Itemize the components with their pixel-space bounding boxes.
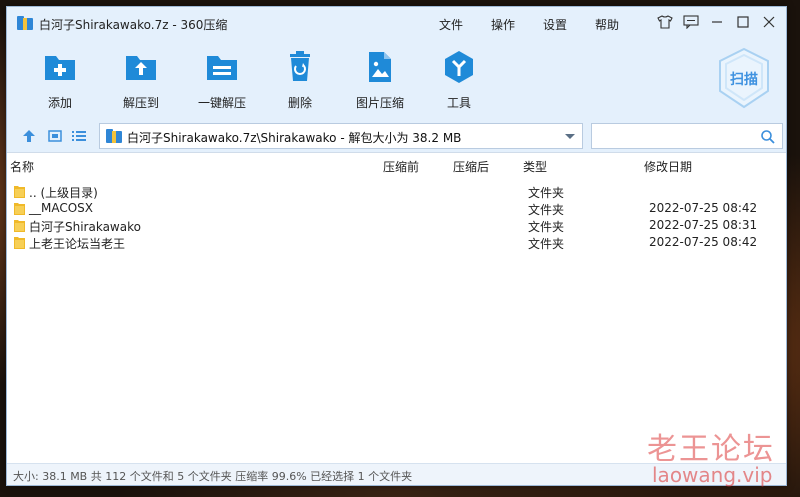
table-row[interactable]: 白河子Shirakawako 文件夹 2022-07-25 08:31 xyxy=(7,217,786,234)
tools-icon xyxy=(445,51,473,83)
chevron-down-icon[interactable] xyxy=(564,133,576,141)
folder-icon xyxy=(14,186,25,198)
one-click-extract-button[interactable]: 一键解压 xyxy=(190,49,254,111)
status-text: 大小: 38.1 MB 共 112 个文件和 5 个文件夹 压缩率 99.6% … xyxy=(13,470,413,483)
archive-icon xyxy=(106,129,122,143)
close-icon xyxy=(763,16,775,28)
column-after[interactable]: 压缩后 xyxy=(453,158,489,175)
app-logo-icon xyxy=(17,16,33,30)
add-label: 添加 xyxy=(47,96,72,110)
row-type: 文件夹 xyxy=(528,186,565,200)
row-name: 白河子Shirakawako xyxy=(29,220,141,234)
menu-bar: 文件 操作 设置 帮助 xyxy=(439,16,619,33)
menu-file[interactable]: 文件 xyxy=(439,16,463,33)
search-input[interactable] xyxy=(592,124,752,148)
address-bar[interactable]: 白河子Shirakawako.7z\Shirakawako - 解包大小为 38… xyxy=(99,123,583,149)
table-row[interactable]: .. (上级目录) 文件夹 xyxy=(7,183,786,200)
row-date: 2022-07-25 08:42 xyxy=(649,235,758,249)
watermark-title: 老王论坛 xyxy=(647,432,775,467)
row-date: 2022-07-25 08:42 xyxy=(649,201,758,215)
watermark-url: laowang.vip xyxy=(652,463,773,487)
scan-button[interactable]: 扫描 xyxy=(716,47,772,109)
delete-button[interactable]: 删除 xyxy=(268,49,332,111)
column-before[interactable]: 压缩前 xyxy=(383,158,419,175)
row-name: __MACOSX xyxy=(29,201,94,215)
folder-icon xyxy=(14,203,25,215)
folder-icon xyxy=(14,220,25,232)
folder-icon xyxy=(14,237,25,249)
row-type: 文件夹 xyxy=(528,237,565,251)
one-click-extract-icon xyxy=(207,56,237,80)
minimize-button[interactable] xyxy=(706,11,728,33)
menu-help[interactable]: 帮助 xyxy=(595,16,619,33)
scan-label: 扫描 xyxy=(730,72,758,88)
window-title: 白河子Shirakawako.7z - 360压缩 xyxy=(39,18,228,32)
maximize-button[interactable] xyxy=(732,11,754,33)
address-path: 白河子Shirakawako.7z\Shirakawako - 解包大小为 38… xyxy=(127,131,462,145)
menu-settings[interactable]: 设置 xyxy=(543,16,567,33)
main-toolbar: 添加 解压到 一键解压 删除 图片压缩 工具 扫描 xyxy=(7,39,786,119)
close-button[interactable] xyxy=(758,11,780,33)
search-icon[interactable] xyxy=(760,129,776,145)
row-name: 上老王论坛当老王 xyxy=(29,237,126,251)
extract-to-button[interactable]: 解压到 xyxy=(109,49,173,111)
thumbnail-view-icon[interactable] xyxy=(47,128,63,144)
tshirt-icon xyxy=(657,15,673,29)
app-window: 白河子Shirakawako.7z - 360压缩 文件 操作 设置 帮助 添加… xyxy=(6,6,787,486)
list-view-icon[interactable] xyxy=(71,128,87,144)
row-type: 文件夹 xyxy=(528,220,565,234)
address-row: 白河子Shirakawako.7z\Shirakawako - 解包大小为 38… xyxy=(7,119,786,153)
delete-label: 删除 xyxy=(287,96,312,110)
title-bar: 白河子Shirakawako.7z - 360压缩 文件 操作 设置 帮助 xyxy=(7,7,786,39)
search-box xyxy=(591,123,783,149)
column-modified[interactable]: 修改日期 xyxy=(644,158,692,175)
feedback-button[interactable] xyxy=(680,11,702,33)
one-click-extract-label: 一键解压 xyxy=(197,96,246,110)
table-row[interactable]: __MACOSX 文件夹 2022-07-25 08:42 xyxy=(7,200,786,217)
window-controls xyxy=(654,11,780,33)
image-compress-button[interactable]: 图片压缩 xyxy=(348,49,412,111)
column-type[interactable]: 类型 xyxy=(523,158,547,175)
add-folder-icon xyxy=(45,56,75,80)
add-button[interactable]: 添加 xyxy=(28,49,92,111)
chat-icon xyxy=(683,15,699,29)
row-name: .. (上级目录) xyxy=(29,186,98,200)
file-list: 名称 压缩前 压缩后 类型 修改日期 .. (上级目录) 文件夹 __MACOS… xyxy=(7,154,786,464)
up-arrow-icon[interactable] xyxy=(21,128,37,144)
extract-folder-icon xyxy=(126,56,156,80)
image-compress-label: 图片压缩 xyxy=(355,96,404,110)
recycle-bin-icon xyxy=(290,51,310,81)
row-type: 文件夹 xyxy=(528,203,565,217)
minimize-icon xyxy=(712,21,722,23)
skin-button[interactable] xyxy=(654,11,676,33)
maximize-icon xyxy=(737,16,749,28)
image-compress-icon xyxy=(369,52,391,82)
table-row[interactable]: 上老王论坛当老王 文件夹 2022-07-25 08:42 xyxy=(7,234,786,251)
extract-to-label: 解压到 xyxy=(122,96,159,110)
menu-operation[interactable]: 操作 xyxy=(491,16,515,33)
column-name[interactable]: 名称 xyxy=(10,158,34,175)
tools-button[interactable]: 工具 xyxy=(427,49,491,111)
row-date: 2022-07-25 08:31 xyxy=(649,218,758,232)
tools-label: 工具 xyxy=(446,96,471,110)
